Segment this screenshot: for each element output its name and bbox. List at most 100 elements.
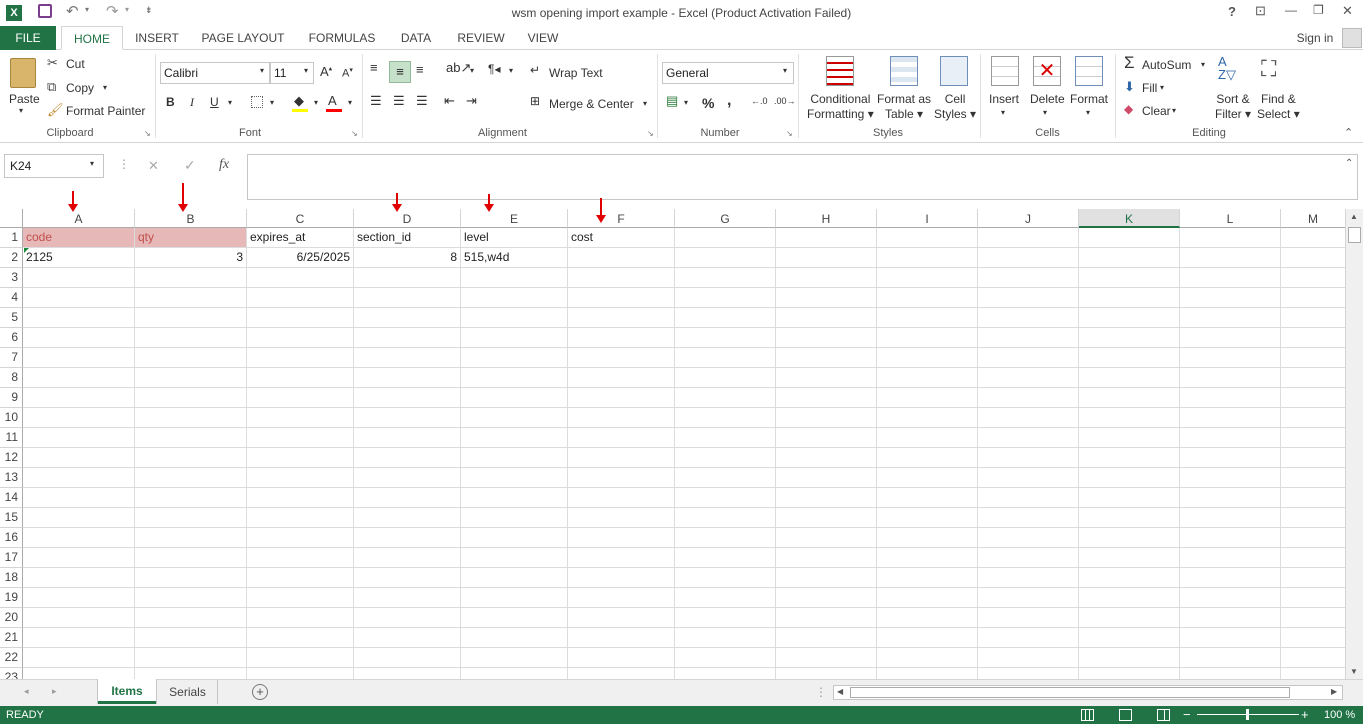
alignment-launcher-icon[interactable]: ↘ — [647, 129, 654, 138]
paste-button[interactable]: Paste — [9, 92, 40, 106]
rtl-icon[interactable]: ¶◂ — [488, 62, 500, 76]
merge-center-dropdown-icon[interactable]: ▾ — [643, 99, 647, 108]
select-all-corner[interactable] — [0, 209, 23, 228]
collapse-ribbon-icon[interactable]: ⌃ — [1344, 126, 1353, 139]
vertical-scrollbar[interactable]: ▲ ▼ — [1345, 209, 1363, 679]
decrease-indent-icon[interactable]: ⇤ — [444, 93, 455, 109]
row-header-20[interactable]: 20 — [0, 608, 23, 628]
column-header-F[interactable]: F — [568, 209, 675, 228]
delete-dropdown-icon[interactable]: ▾ — [1043, 108, 1047, 117]
tab-home[interactable]: HOME — [61, 26, 123, 50]
close-button[interactable]: ✕ — [1342, 3, 1353, 19]
expand-formula-bar-icon[interactable]: ⌃ — [1345, 158, 1353, 169]
copy-dropdown-icon[interactable]: ▾ — [103, 83, 107, 92]
maximize-button[interactable]: ❐ — [1313, 3, 1324, 17]
increase-font-icon[interactable]: A▴ — [320, 64, 332, 79]
enter-entry-button[interactable]: ✓ — [184, 157, 196, 174]
percent-style-button[interactable]: % — [702, 95, 714, 111]
tab-split-grip-icon[interactable]: ⋮ — [815, 685, 827, 699]
rtl-dropdown-icon[interactable]: ▾ — [509, 66, 513, 75]
row-header-22[interactable]: 22 — [0, 648, 23, 668]
row-header-23[interactable]: 23 — [0, 668, 23, 679]
tab-file[interactable]: FILE — [0, 26, 56, 50]
next-sheet-icon[interactable]: ▸ — [52, 686, 57, 697]
fill-color-icon[interactable]: ◆ — [294, 93, 304, 109]
column-header-D[interactable]: D — [354, 209, 461, 228]
comma-style-button[interactable]: , — [727, 92, 731, 110]
autosum-button[interactable]: AutoSum — [1142, 58, 1191, 72]
decrease-font-icon[interactable]: A▾ — [342, 66, 353, 80]
wrap-text-button[interactable]: Wrap Text — [549, 66, 603, 80]
insert-function-button[interactable]: fx — [219, 157, 229, 173]
clipboard-launcher-icon[interactable]: ↘ — [144, 129, 151, 138]
insert-dropdown-icon[interactable]: ▾ — [1001, 108, 1005, 117]
row-header-8[interactable]: 8 — [0, 368, 23, 388]
column-header-J[interactable]: J — [978, 209, 1079, 228]
prev-sheet-icon[interactable]: ◂ — [24, 686, 29, 697]
fill-button[interactable]: Fill — [1142, 81, 1157, 95]
column-header-B[interactable]: B — [135, 209, 247, 228]
align-center-icon[interactable]: ☰ — [393, 93, 405, 109]
find-select-button[interactable]: Find & Select ▾ — [1257, 92, 1300, 122]
row-header-14[interactable]: 14 — [0, 488, 23, 508]
paste-icon[interactable] — [10, 58, 36, 88]
cell-styles-button[interactable]: Cell Styles ▾ — [934, 92, 976, 122]
format-as-table-button[interactable]: Format as Table ▾ — [877, 92, 931, 122]
tab-data[interactable]: DATA — [392, 26, 440, 50]
vertical-scroll-thumb[interactable] — [1348, 227, 1361, 243]
row-header-3[interactable]: 3 — [0, 268, 23, 288]
name-box[interactable]: K24 — [4, 154, 104, 178]
top-align-icon[interactable]: ≡ — [370, 60, 378, 75]
font-name-dropdown-icon[interactable]: ▾ — [260, 66, 264, 75]
column-header-A[interactable]: A — [23, 209, 135, 228]
scroll-down-icon[interactable]: ▼ — [1350, 667, 1358, 676]
bottom-align-icon[interactable]: ≡ — [416, 62, 424, 77]
cell-A1[interactable]: code — [23, 228, 135, 248]
row-header-2[interactable]: 2 — [0, 248, 23, 268]
tab-view[interactable]: VIEW — [520, 26, 566, 50]
number-launcher-icon[interactable]: ↘ — [786, 129, 793, 138]
new-sheet-button[interactable]: + — [252, 684, 268, 700]
align-right-icon[interactable]: ☰ — [416, 93, 428, 109]
font-size-dropdown-icon[interactable]: ▾ — [304, 66, 308, 75]
clear-button[interactable]: Clear — [1142, 104, 1171, 118]
cell-D2[interactable]: 8 — [354, 248, 461, 268]
format-painter-button[interactable]: Format Painter — [66, 104, 145, 118]
zoom-out-button[interactable]: − — [1183, 707, 1191, 722]
scroll-left-icon[interactable]: ◀ — [837, 687, 843, 696]
row-header-16[interactable]: 16 — [0, 528, 23, 548]
row-header-5[interactable]: 5 — [0, 308, 23, 328]
row-header-21[interactable]: 21 — [0, 628, 23, 648]
fill-color-dropdown-icon[interactable]: ▾ — [314, 98, 318, 107]
scroll-right-icon[interactable]: ▶ — [1331, 687, 1337, 696]
paste-dropdown-icon[interactable]: ▾ — [19, 106, 23, 115]
row-header-18[interactable]: 18 — [0, 568, 23, 588]
horizontal-scroll-thumb[interactable] — [850, 687, 1290, 698]
bold-button[interactable]: B — [166, 95, 175, 109]
cell-C2[interactable]: 6/25/2025 — [247, 248, 354, 268]
format-dropdown-icon[interactable]: ▾ — [1086, 108, 1090, 117]
tab-review[interactable]: REVIEW — [452, 26, 510, 50]
cell-E1[interactable]: level — [461, 228, 568, 248]
cell-C1[interactable]: expires_at — [247, 228, 354, 248]
horizontal-scrollbar[interactable]: ◀ ▶ — [833, 685, 1343, 700]
column-header-H[interactable]: H — [776, 209, 877, 228]
conditional-formatting-button[interactable]: Conditional Formatting ▾ — [807, 92, 874, 122]
row-header-1[interactable]: 1 — [0, 228, 23, 248]
row-header-7[interactable]: 7 — [0, 348, 23, 368]
borders-dropdown-icon[interactable]: ▾ — [270, 98, 274, 107]
cut-button[interactable]: Cut — [66, 57, 85, 71]
sheet-tab-serials[interactable]: Serials — [158, 680, 218, 704]
accounting-format-icon[interactable]: ▤ — [666, 93, 678, 109]
row-header-10[interactable]: 10 — [0, 408, 23, 428]
tab-page-layout[interactable]: PAGE LAYOUT — [196, 26, 290, 50]
font-color-dropdown-icon[interactable]: ▾ — [348, 98, 352, 107]
page-break-view-icon[interactable] — [1157, 709, 1170, 721]
clear-dropdown-icon[interactable]: ▾ — [1172, 106, 1176, 115]
scroll-up-icon[interactable]: ▲ — [1350, 212, 1358, 221]
sort-filter-button[interactable]: Sort & Filter ▾ — [1215, 92, 1251, 122]
zoom-level[interactable]: 100 % — [1324, 709, 1355, 721]
tab-insert[interactable]: INSERT — [130, 26, 184, 50]
help-button[interactable]: ? — [1228, 4, 1236, 19]
align-left-icon[interactable]: ☰ — [370, 93, 382, 109]
